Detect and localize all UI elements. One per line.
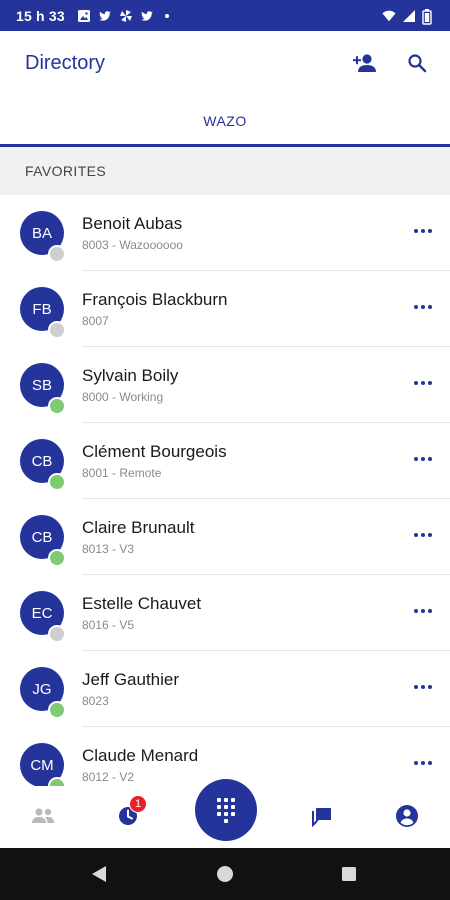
presence-indicator — [48, 701, 66, 719]
contact-name: Sylvain Boily — [82, 366, 179, 385]
avatar-initials: EC — [31, 604, 53, 622]
avatar-initials: CM — [30, 756, 54, 774]
contact-extension: 8003 - Wazoooooo — [82, 238, 183, 252]
home-icon — [217, 866, 233, 882]
add-contact-button[interactable] — [350, 48, 380, 78]
notification-icons — [77, 9, 169, 23]
presence-indicator — [48, 397, 66, 415]
tab-wazo[interactable]: WAZO — [0, 95, 450, 147]
contact-row[interactable]: CB Clément Bourgeois 8001 - Remote — [0, 423, 450, 499]
bottom-nav: 1 — [0, 779, 450, 848]
presence-indicator — [48, 245, 66, 263]
directory-tabs: WAZO — [0, 95, 450, 147]
app-bar: Directory — [0, 31, 450, 95]
section-title: FAVORITES — [25, 163, 107, 179]
add-contact-icon — [353, 54, 376, 72]
nav-contacts[interactable] — [27, 800, 59, 832]
contact-extension: 8016 - V5 — [82, 618, 135, 632]
recents-button[interactable] — [338, 863, 360, 885]
contact-list: BA Benoit Aubas 8003 - Wazoooooo FB Fran… — [0, 195, 450, 786]
contact-name: Clément Bourgeois — [82, 442, 227, 461]
contact-name: Claire Brunault — [82, 518, 195, 537]
contact-row[interactable]: BA Benoit Aubas 8003 - Wazoooooo — [0, 195, 450, 271]
avatar-initials: SB — [31, 376, 52, 394]
contact-extension: 8012 - V2 — [82, 770, 135, 784]
avatar-initials: CB — [31, 452, 53, 470]
contacts-icon — [32, 808, 54, 823]
recents-icon — [342, 867, 356, 881]
gallery-icon — [77, 9, 91, 23]
more-options-button[interactable] — [408, 751, 438, 775]
more-dots-icon — [414, 381, 418, 385]
contact-extension: 8000 - Working — [82, 390, 164, 404]
status-time: 15 h 33 — [16, 7, 65, 24]
search-icon — [408, 54, 427, 73]
signal-icon — [402, 9, 416, 23]
app-bar-actions — [350, 48, 432, 78]
contact-row[interactable]: CB Claire Brunault 8013 - V3 — [0, 499, 450, 575]
contact-row[interactable]: FB François Blackburn 8007 — [0, 271, 450, 347]
contact-name: Benoit Aubas — [82, 214, 183, 233]
more-options-button[interactable] — [408, 599, 438, 623]
tab-label: WAZO — [203, 113, 247, 129]
dot-icon — [164, 13, 169, 18]
presence-indicator — [48, 777, 66, 786]
avatar-initials: BA — [31, 224, 52, 242]
contact-name: François Blackburn — [82, 290, 228, 309]
page-title: Directory — [25, 51, 106, 74]
more-dots-icon — [414, 761, 418, 765]
section-header: FAVORITES — [0, 147, 450, 195]
presence-indicator — [48, 473, 66, 491]
twitter-icon — [140, 9, 154, 23]
more-dots-icon — [414, 685, 418, 689]
wifi-icon — [382, 9, 396, 23]
nav-call-history[interactable]: 1 — [112, 795, 147, 832]
pinwheel-icon — [119, 9, 133, 23]
system-status-icons — [382, 8, 436, 25]
more-dots-icon — [414, 457, 418, 461]
dialpad-icon — [217, 797, 235, 823]
back-icon — [92, 866, 106, 882]
contact-name: Estelle Chauvet — [82, 594, 202, 613]
more-options-button[interactable] — [408, 371, 438, 395]
contact-row[interactable]: EC Estelle Chauvet 8016 - V5 — [0, 575, 450, 651]
status-bar: 15 h 33 — [0, 0, 450, 31]
more-options-button[interactable] — [408, 295, 438, 319]
more-dots-icon — [414, 609, 418, 613]
contact-extension: 8001 - Remote — [82, 466, 162, 480]
contact-row[interactable]: CM Claude Menard 8012 - V2 — [0, 727, 450, 786]
account-icon — [396, 805, 418, 827]
twitter-icon — [98, 9, 112, 23]
more-dots-icon — [414, 305, 418, 309]
nav-account[interactable] — [391, 800, 423, 832]
back-button[interactable] — [88, 863, 110, 885]
messages-icon — [312, 808, 331, 827]
contact-extension: 8013 - V3 — [82, 542, 135, 556]
more-options-button[interactable] — [408, 675, 438, 699]
more-options-button[interactable] — [408, 523, 438, 547]
home-button[interactable] — [214, 863, 236, 885]
battery-icon — [422, 8, 436, 25]
more-options-button[interactable] — [408, 447, 438, 471]
contact-extension: 8007 — [82, 314, 109, 328]
more-options-button[interactable] — [408, 219, 438, 243]
avatar-initials: CB — [31, 528, 53, 546]
contact-row[interactable]: SB Sylvain Boily 8000 - Working — [0, 347, 450, 423]
nav-messages[interactable] — [306, 800, 338, 832]
dialpad-button[interactable] — [195, 779, 257, 841]
notification-badge: 1 — [129, 795, 147, 813]
presence-indicator — [48, 549, 66, 567]
system-nav-bar — [0, 848, 450, 900]
avatar-initials: JG — [32, 680, 52, 698]
avatar-initials: FB — [32, 300, 52, 318]
contact-extension: 8023 — [82, 694, 109, 708]
contact-name: Jeff Gauthier — [82, 670, 180, 689]
presence-indicator — [48, 625, 66, 643]
presence-indicator — [48, 321, 66, 339]
contact-row[interactable]: JG Jeff Gauthier 8023 — [0, 651, 450, 727]
search-button[interactable] — [402, 48, 432, 78]
more-dots-icon — [414, 229, 418, 233]
more-dots-icon — [414, 533, 418, 537]
contact-name: Claude Menard — [82, 746, 199, 765]
